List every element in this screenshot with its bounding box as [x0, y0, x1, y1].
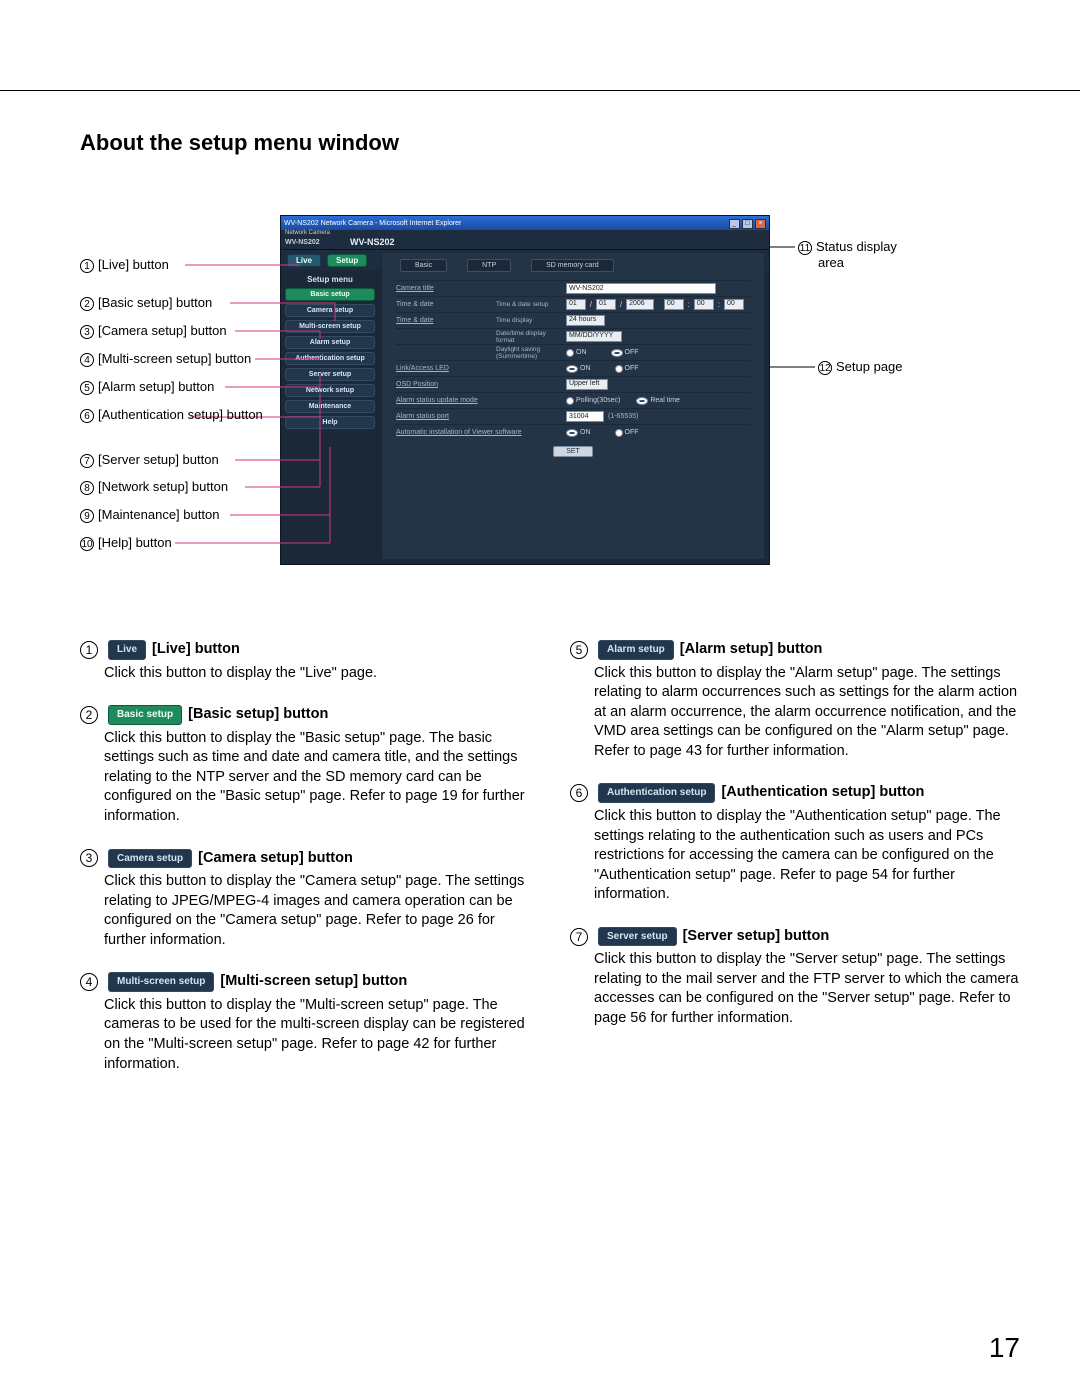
menu-authentication-setup[interactable]: Authentication setup: [285, 352, 375, 365]
desc-body: Click this button to display the "Live" …: [80, 664, 530, 684]
time-display-select[interactable]: 24 hours: [566, 315, 605, 326]
desc-pill: Server setup: [598, 927, 677, 947]
daylight-off[interactable]: OFF: [611, 349, 639, 357]
menu-network-setup[interactable]: Network setup: [285, 384, 375, 397]
desc-item-7: 7 Server setup [Server setup] button Click …: [570, 927, 1020, 1029]
menu-alarm-setup[interactable]: Alarm setup: [285, 336, 375, 349]
live-button[interactable]: Live: [287, 254, 321, 267]
maximize-icon[interactable]: □: [742, 219, 753, 229]
day-select[interactable]: 01: [596, 299, 616, 310]
desc-body: Click this button to display the "Basic …: [80, 729, 530, 827]
camera-header: Network Camera WV-NS202 WV-NS202: [281, 230, 769, 250]
desc-body: Click this button to display the "Camera…: [80, 872, 530, 950]
desc-body: Click this button to display the "Authen…: [570, 807, 1020, 905]
desc-number: 3: [80, 849, 98, 867]
desc-title: [Authentication setup] button: [721, 783, 924, 803]
desc-number: 2: [80, 706, 98, 724]
desc-number: 1: [80, 641, 98, 659]
desc-pill: Alarm setup: [598, 640, 674, 660]
desc-pill: Multi-screen setup: [108, 972, 214, 992]
sec-select[interactable]: 00: [724, 299, 744, 310]
menu-basic-setup[interactable]: Basic setup: [285, 288, 375, 301]
min-select[interactable]: 00: [694, 299, 714, 310]
setup-button[interactable]: Setup: [327, 254, 367, 267]
menu-camera-setup[interactable]: Camera setup: [285, 304, 375, 317]
desc-item-5: 5 Alarm setup [Alarm setup] button Click th…: [570, 640, 1020, 761]
osd-select[interactable]: Upper left: [566, 379, 608, 390]
alarm-realtime[interactable]: Real time: [636, 397, 680, 405]
desc-number: 4: [80, 973, 98, 991]
set-button[interactable]: SET: [553, 446, 593, 457]
desc-title: [Live] button: [152, 640, 240, 660]
window-buttons: _ □ ×: [729, 218, 766, 229]
page-title: About the setup menu window: [80, 130, 399, 156]
desc-body: Click this button to display the "Alarm …: [570, 664, 1020, 762]
desc-number: 5: [570, 641, 588, 659]
setup-menu: Setup menu Basic setup Camera setup Mult…: [285, 272, 375, 432]
desc-pill: Live: [108, 640, 146, 660]
tab-basic[interactable]: Basic: [400, 259, 447, 272]
tab-sd[interactable]: SD memory card: [531, 259, 614, 272]
dt-format-select[interactable]: MM/DD/YYYY: [566, 331, 622, 342]
desc-item-2: 2 Basic setup [Basic setup] button Click th…: [80, 705, 530, 826]
desc-pill: Camera setup: [108, 849, 192, 869]
window-title: WV-NS202 Network Camera - Microsoft Inte…: [284, 220, 461, 227]
desc-title: [Basic setup] button: [188, 705, 328, 725]
desc-item-6: 6 Authentication setup [Authentication set…: [570, 783, 1020, 904]
desc-item-4: 4 Multi-screen setup [Multi-screen setup] …: [80, 972, 530, 1074]
autoinstall-on[interactable]: ON: [566, 429, 591, 437]
description-columns: 1 Live [Live] button Click this button to d…: [80, 640, 1020, 1096]
desc-pill: Basic setup: [108, 705, 182, 725]
desc-title: [Multi-screen setup] button: [220, 972, 407, 992]
desc-pill: Authentication setup: [598, 783, 715, 803]
desc-body: Click this button to display the "Multi-…: [80, 996, 530, 1074]
desc-item-1: 1 Live [Live] button Click this button to d…: [80, 640, 530, 683]
status-display-area: WV-NS202: [350, 237, 395, 247]
desc-number: 7: [570, 928, 588, 946]
alarm-port-input[interactable]: [566, 411, 604, 422]
header-rule: [0, 90, 1080, 91]
setup-window-figure: WV-NS202 Network Camera - Microsoft Inte…: [280, 215, 770, 565]
menu-multiscreen-setup[interactable]: Multi-screen setup: [285, 320, 375, 333]
month-select[interactable]: 01: [566, 299, 586, 310]
page-number: 17: [989, 1332, 1020, 1364]
desc-item-3: 3 Camera setup [Camera setup] button Click …: [80, 849, 530, 951]
led-on[interactable]: ON: [566, 365, 591, 373]
desc-number: 6: [570, 784, 588, 802]
hour-select[interactable]: 00: [664, 299, 684, 310]
window-titlebar: WV-NS202 Network Camera - Microsoft Inte…: [281, 216, 769, 230]
menu-server-setup[interactable]: Server setup: [285, 368, 375, 381]
menu-maintenance[interactable]: Maintenance: [285, 400, 375, 413]
desc-title: [Alarm setup] button: [680, 640, 823, 660]
autoinstall-off[interactable]: OFF: [615, 429, 639, 437]
tab-ntp[interactable]: NTP: [467, 259, 511, 272]
camera-title-input[interactable]: [566, 283, 716, 294]
desc-title: [Camera setup] button: [198, 849, 353, 869]
menu-help[interactable]: Help: [285, 416, 375, 429]
desc-body: Click this button to display the "Server…: [570, 950, 1020, 1028]
setup-page: Basic NTP SD memory card Camera title Ti…: [381, 252, 765, 560]
year-select[interactable]: 2006: [626, 299, 654, 310]
alarm-polling[interactable]: Polling(30sec): [566, 397, 620, 405]
minimize-icon[interactable]: _: [729, 219, 740, 229]
led-off[interactable]: OFF: [615, 365, 639, 373]
daylight-on[interactable]: ON: [566, 349, 587, 357]
desc-title: [Server setup] button: [683, 927, 830, 947]
close-icon[interactable]: ×: [755, 219, 766, 229]
